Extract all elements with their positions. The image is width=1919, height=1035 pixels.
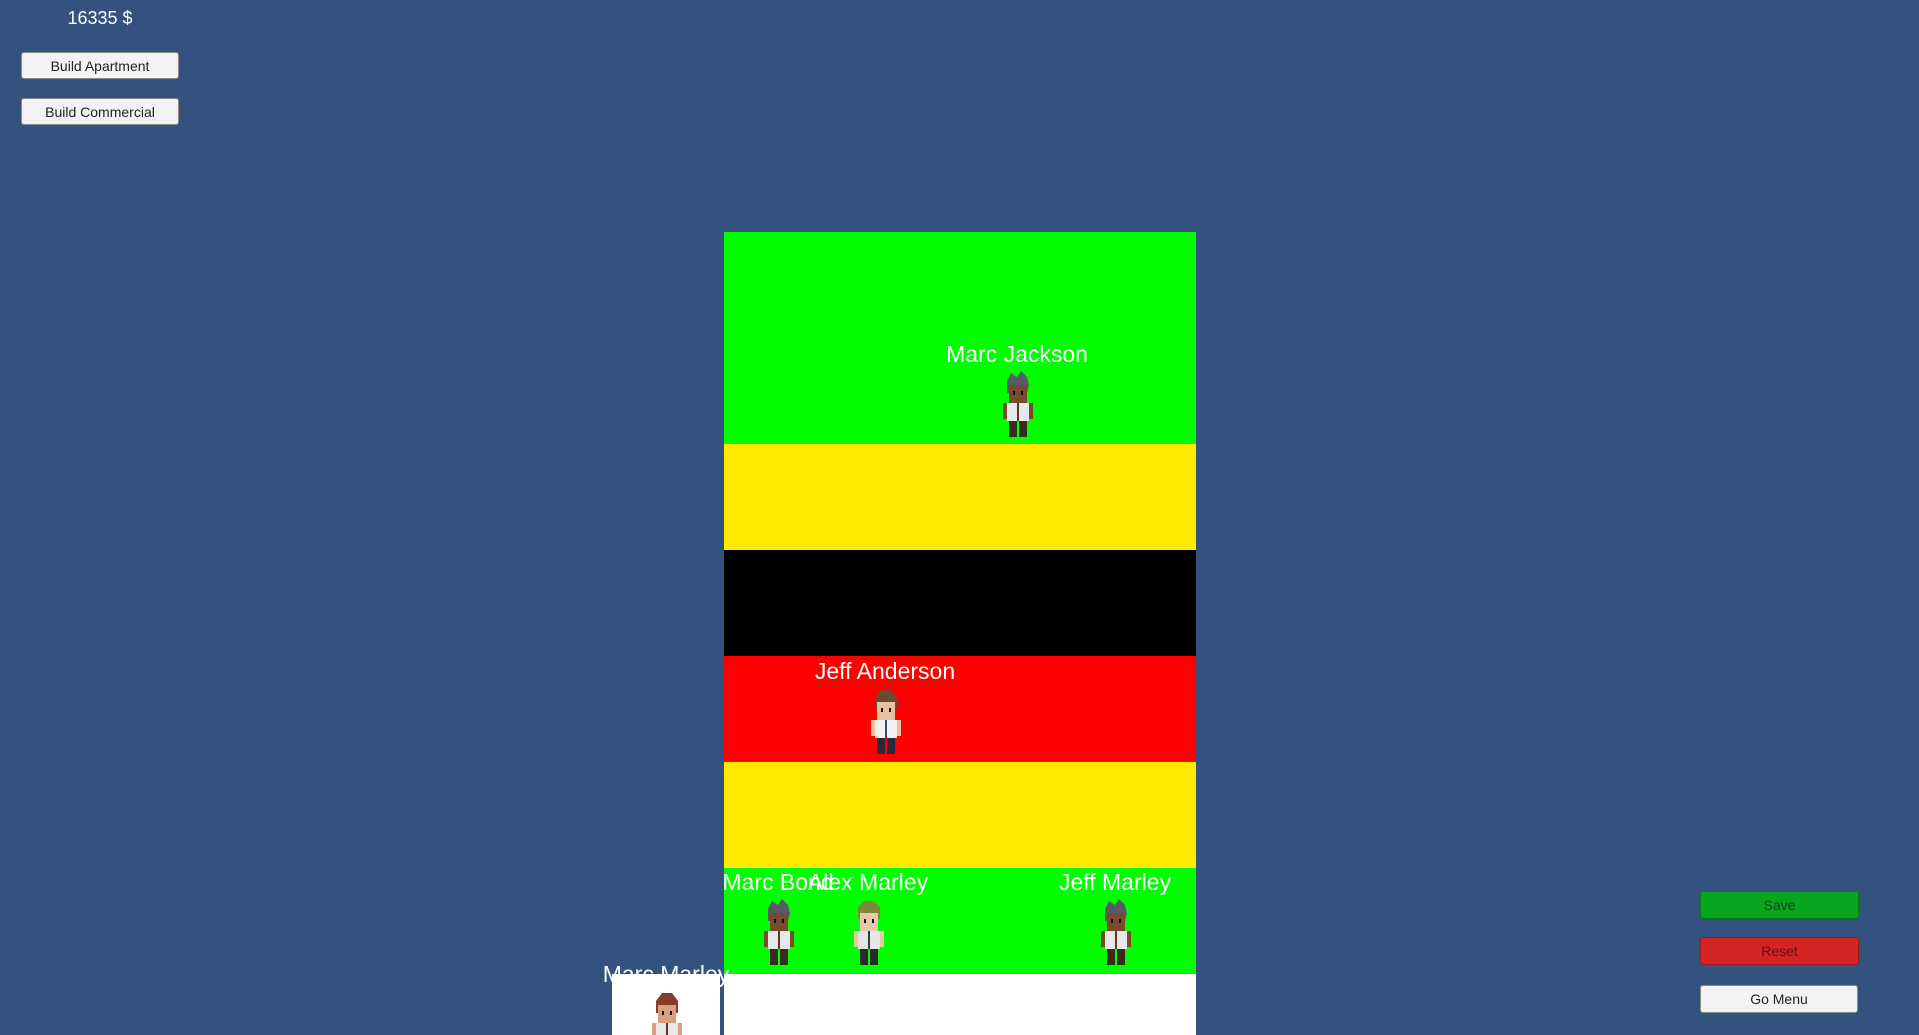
character-sprite-icon	[1101, 899, 1131, 965]
game-viewport: 16335 $ Build Apartment Build Commercial…	[0, 0, 1919, 1035]
floor-yellow-lower[interactable]	[724, 762, 1196, 868]
floor-lobby[interactable]	[724, 974, 1196, 1035]
go-menu-button[interactable]: Go Menu	[1700, 985, 1858, 1013]
resident-marc-marley[interactable]: Marc Marley	[586, 961, 746, 1035]
resident-alex-marley[interactable]: Alex Marley	[788, 869, 948, 967]
resident-marc-jackson[interactable]: Marc Jackson	[937, 341, 1097, 439]
floor-black[interactable]	[724, 550, 1196, 656]
resident-name: Marc Jackson	[946, 341, 1088, 367]
character-sprite-icon	[854, 901, 884, 965]
build-apartment-button[interactable]: Build Apartment	[21, 52, 179, 79]
resident-jeff-anderson[interactable]: Jeff Anderson	[805, 658, 965, 756]
resident-name: Alex Marley	[807, 869, 929, 895]
character-sprite-icon	[871, 690, 901, 754]
resident-jeff-marley[interactable]: Jeff Marley	[1035, 869, 1195, 967]
save-button[interactable]: Save	[1700, 891, 1859, 919]
reset-button[interactable]: Reset	[1700, 937, 1859, 965]
floor-yellow-upper[interactable]	[724, 444, 1196, 550]
character-sprite-icon	[1003, 371, 1033, 437]
character-sprite-icon	[652, 993, 682, 1035]
resident-name: Marc Marley	[602, 961, 730, 987]
build-commercial-button[interactable]: Build Commercial	[21, 98, 179, 125]
money-counter: 16335 $	[67, 8, 133, 28]
resident-name: Jeff Anderson	[814, 658, 956, 684]
resident-name: Jeff Marley	[1058, 869, 1172, 895]
